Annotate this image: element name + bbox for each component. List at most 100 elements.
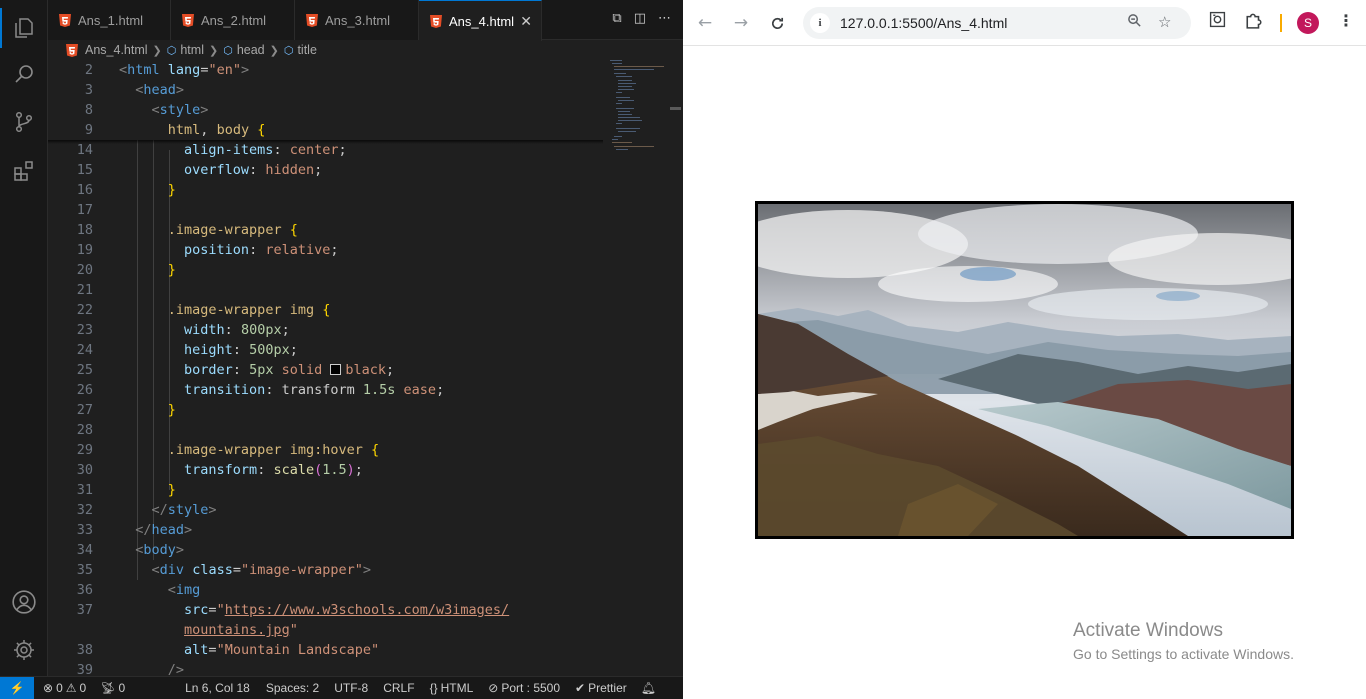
cursor-position[interactable]: Ln 6, Col 18 bbox=[185, 681, 250, 695]
code-line: 39 /> bbox=[76, 662, 185, 676]
code-line: 37 src="https://www.w3schools.com/w3imag… bbox=[76, 602, 510, 618]
split-editor-icon[interactable]: ◫ bbox=[634, 11, 646, 26]
code-line: mountains.jpg" bbox=[184, 622, 298, 638]
encoding[interactable]: UTF-8 bbox=[334, 681, 368, 695]
tab-ans-4[interactable]: Ans_4.html ✕ bbox=[419, 0, 542, 41]
end-of-line[interactable]: CRLF bbox=[383, 681, 414, 695]
forward-button[interactable]: → bbox=[730, 12, 752, 34]
code-line: 16 } bbox=[76, 182, 176, 198]
tab-ans-2[interactable]: Ans_2.html bbox=[171, 0, 295, 40]
code-line: 25 border: 5px solid black; bbox=[76, 362, 395, 378]
tab-ans-3[interactable]: Ans_3.html bbox=[295, 0, 419, 40]
breadcrumb-head[interactable]: ⬡ head bbox=[223, 43, 264, 57]
close-icon[interactable]: ✕ bbox=[520, 13, 532, 30]
indentation[interactable]: Spaces: 2 bbox=[266, 681, 319, 695]
code-line: 30 transform: scale(1.5); bbox=[76, 462, 363, 478]
tab-label: Ans_3.html bbox=[325, 12, 391, 28]
kebab-menu-icon[interactable]: ⋮ bbox=[1338, 11, 1354, 30]
site-info-icon[interactable]: i bbox=[810, 13, 830, 33]
profile-divider bbox=[1280, 14, 1282, 32]
breadcrumb-label: html bbox=[180, 43, 204, 57]
code-line: 32 </style> bbox=[76, 502, 217, 518]
watermark-subtitle: Go to Settings to activate Windows. bbox=[1073, 646, 1294, 662]
code-editor[interactable]: 2 <html lang="en"> 3 <head> 8 <style> 9 h… bbox=[48, 60, 683, 676]
sticky-scroll-shadow bbox=[48, 140, 603, 144]
mountain-landscape-image[interactable] bbox=[755, 201, 1294, 539]
tab-ans-1[interactable]: Ans_1.html bbox=[48, 0, 171, 40]
code-line: 23 width: 800px; bbox=[76, 322, 290, 338]
broadcast-icon: 📡︎ bbox=[100, 681, 116, 695]
media-controls-icon[interactable] bbox=[1209, 11, 1226, 32]
code-line: 34 <body> bbox=[76, 542, 185, 558]
chevron-right-icon: ❯ bbox=[152, 44, 162, 57]
tab-label: Ans_2.html bbox=[201, 12, 267, 28]
editor-tabs: Ans_1.html Ans_2.html Ans_3.html Ans_4.h… bbox=[48, 0, 683, 41]
code-line: 28 bbox=[76, 422, 93, 438]
check-icon: ✔︎ bbox=[575, 681, 586, 695]
zoom-icon[interactable] bbox=[1127, 13, 1142, 32]
address-bar[interactable]: i 127.0.0.1:5500/Ans_4.html ☆ bbox=[803, 7, 1191, 39]
open-preview-icon[interactable]: ⧉ bbox=[612, 11, 621, 26]
code-line: 24 height: 500px; bbox=[76, 342, 298, 358]
problems-indicator[interactable]: ⊗ 0 ⚠ 0 bbox=[43, 681, 86, 695]
code-line: 17 bbox=[76, 202, 93, 218]
code-line: 21 bbox=[76, 282, 93, 298]
profile-avatar[interactable]: S bbox=[1297, 12, 1319, 34]
code-line: 20 } bbox=[76, 262, 176, 278]
bookmark-star-icon[interactable]: ☆ bbox=[1158, 13, 1171, 31]
scrollbar-thumb[interactable] bbox=[670, 107, 681, 110]
html5-icon bbox=[59, 13, 71, 27]
breadcrumb-html[interactable]: ⬡ html bbox=[167, 43, 204, 57]
ports-indicator[interactable]: 📡︎ 0 bbox=[100, 681, 125, 695]
source-control-icon[interactable] bbox=[0, 98, 48, 146]
editor-actions: ⧉ ◫ ⋯ bbox=[612, 11, 671, 26]
code-line: 36 <img bbox=[76, 582, 201, 598]
status-bar: ⚡ ⊗ 0 ⚠ 0 📡︎ 0 Ln 6, Col 18 Spaces: 2 UTF-8 … bbox=[0, 676, 683, 699]
breadcrumb-label: head bbox=[236, 43, 265, 57]
code-line: 33 </head> bbox=[76, 522, 193, 538]
tab-label: Ans_4.html bbox=[449, 13, 515, 29]
error-icon: ⊗ bbox=[43, 681, 54, 695]
code-line: 15 overflow: hidden; bbox=[76, 162, 323, 178]
prettier-status[interactable]: ✔︎ Prettier bbox=[575, 681, 627, 695]
vscode-window: Ans_1.html Ans_2.html Ans_3.html Ans_4.h… bbox=[0, 0, 683, 699]
remote-icon[interactable]: ⚡ bbox=[0, 676, 34, 699]
back-button[interactable]: ← bbox=[694, 12, 716, 34]
code-line: 27 } bbox=[76, 402, 176, 418]
minimap[interactable] bbox=[608, 60, 670, 160]
search-icon[interactable] bbox=[0, 50, 48, 98]
extensions-puzzle-icon[interactable] bbox=[1245, 11, 1263, 33]
url-link[interactable]: mountains.jpg bbox=[184, 622, 290, 638]
circle-slash-icon: ⊘ bbox=[488, 681, 499, 695]
warning-icon: ⚠ bbox=[65, 681, 77, 695]
reload-button[interactable] bbox=[766, 12, 788, 34]
activity-bar bbox=[0, 0, 48, 676]
reload-icon bbox=[771, 17, 783, 29]
code-line: 9 html, body { bbox=[48, 120, 608, 140]
code-line: 18 .image-wrapper { bbox=[76, 222, 298, 238]
settings-gear-icon[interactable] bbox=[0, 626, 48, 674]
code-line: 31 } bbox=[76, 482, 176, 498]
url-link[interactable]: https://www.w3schools.com/w3images/ bbox=[225, 602, 509, 618]
html5-icon bbox=[306, 13, 318, 27]
breadcrumb-label: title bbox=[297, 43, 317, 57]
code-line: 35 <div class="image-wrapper"> bbox=[76, 562, 372, 578]
more-actions-icon[interactable]: ⋯ bbox=[658, 11, 671, 26]
tab-label: Ans_1.html bbox=[78, 12, 144, 28]
browser-toolbar: ← → i 127.0.0.1:5500/Ans_4.html ☆ S ⋮ bbox=[683, 0, 1366, 46]
page-viewport: Activate Windows Go to Settings to activ… bbox=[683, 47, 1366, 696]
explorer-icon[interactable] bbox=[0, 4, 48, 52]
color-swatch[interactable] bbox=[330, 364, 342, 375]
code-line: 29 .image-wrapper img:hover { bbox=[76, 442, 380, 458]
breadcrumb-file[interactable]: Ans_4.html bbox=[66, 43, 148, 57]
notifications-bell-icon[interactable]: 🔔︎ bbox=[641, 681, 656, 695]
breadcrumb-title[interactable]: ⬡ title bbox=[284, 43, 317, 57]
live-server-port[interactable]: ⊘ Port : 5500 bbox=[488, 681, 560, 695]
extensions-icon[interactable] bbox=[0, 147, 48, 195]
code-line: 3 <head> bbox=[48, 80, 608, 100]
html5-icon bbox=[430, 14, 442, 28]
language-mode[interactable]: {} HTML bbox=[430, 681, 474, 695]
element-icon: ⬡ bbox=[166, 43, 177, 57]
url-text[interactable]: 127.0.0.1:5500/Ans_4.html bbox=[840, 15, 1007, 31]
account-icon[interactable] bbox=[0, 578, 48, 626]
